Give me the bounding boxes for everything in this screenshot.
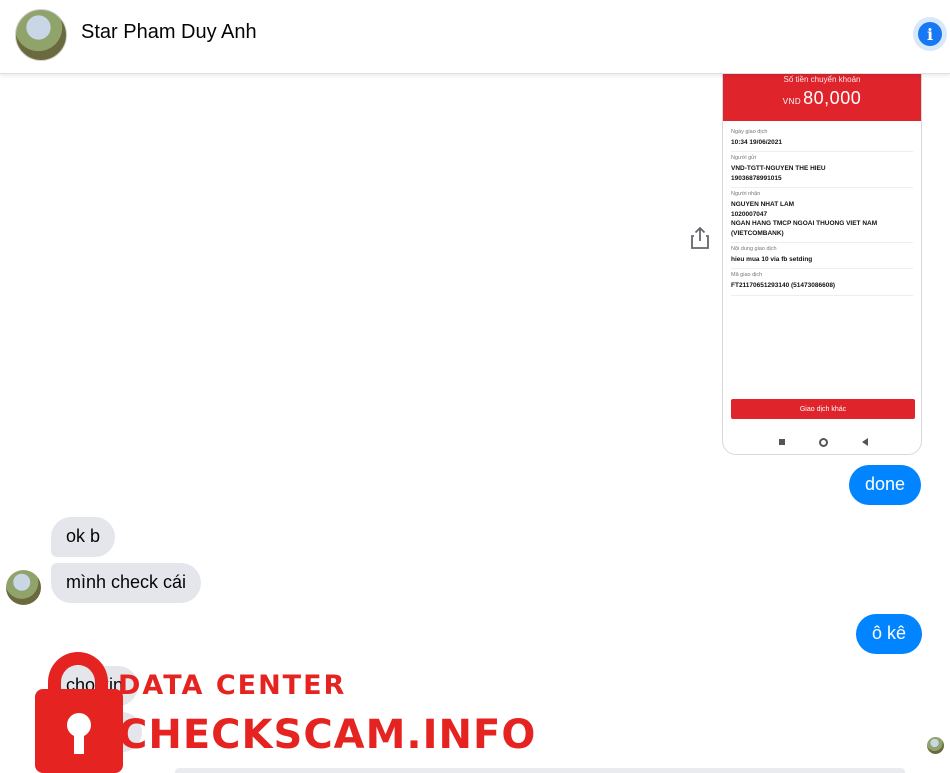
share-icon[interactable] [690,226,710,250]
receipt-fields: Ngày giao dịch 10:34 19/06/2021 Người gử… [723,121,921,296]
incoming-message[interactable]: mình check cái [51,563,202,603]
phone-nav-bar [723,431,921,453]
receipt-field: Mã giao dịch FT21170651293140 (514730866… [731,269,913,296]
recents-icon [778,439,785,445]
contact-name[interactable]: Star Pham Duy Anh [81,21,257,44]
receipt-field-value: 10:34 19/06/2021 [731,139,782,146]
receipt-field-label: Ngày giao dịch [731,129,768,135]
receipt-amount-value: 80,000 [803,88,862,108]
receipt-field-value: FT21170651293140 (51473086608) [731,282,836,290]
receipt-currency: VND [782,97,802,106]
receipt-field-label: Người nhận [731,191,761,198]
receipt-field: Nội dung giao dịch hieu mua 10 via fb se… [731,243,913,270]
home-icon [818,437,828,447]
outgoing-message[interactable]: ô kê [856,614,923,654]
lock-keyhole-slot [74,730,84,754]
receipt-field: Ngày giao dịch 10:34 19/06/2021 [731,126,913,153]
receipt-image[interactable]: Số tiền chuyển khoản VND 80,000 Ngày giao… [722,62,922,455]
receipt-other-transaction-button: Giao dịch khác [731,399,915,419]
seen-avatar [927,737,944,754]
composer-edge [175,768,905,773]
sender-avatar[interactable] [6,570,41,605]
receipt-field-label: Người gửi [731,155,757,162]
conversation-info-button[interactable]: i [913,17,947,51]
receipt-field: Người nhận NGUYEN NHAT LAM 1020007047 NG… [731,188,913,243]
receipt-amount: VND 80,000 [723,88,921,109]
receipt-field-value: VND-TGTT-NGUYEN THE HIEU 19036878991015 [731,165,826,182]
watermark-line2: CHECKSCAM.INFO [118,712,537,758]
incoming-message[interactable]: ok b [51,517,116,557]
receipt-field: Người gửi VND-TGTT-NGUYEN THE HIEU 19036… [731,152,913,189]
receipt-field-label: Nội dung giao dịch [731,245,777,252]
receipt-amount-label: Số tiền chuyển khoản [783,75,861,84]
outgoing-message[interactable]: done [849,465,922,505]
contact-avatar[interactable] [15,9,67,61]
receipt-field-label: Mã giao dịch [731,272,763,279]
receipt-field-value: NGUYEN NHAT LAM 1020007047 NGAN HANG TMC… [731,201,878,237]
receipt-field-value: hieu mua 10 via fb setding [731,255,813,263]
back-icon [861,438,868,446]
info-icon: i [918,22,942,46]
conversation-header: Star Pham Duy Anh i [0,0,950,74]
watermark-line1: DATA CENTER [118,670,347,701]
